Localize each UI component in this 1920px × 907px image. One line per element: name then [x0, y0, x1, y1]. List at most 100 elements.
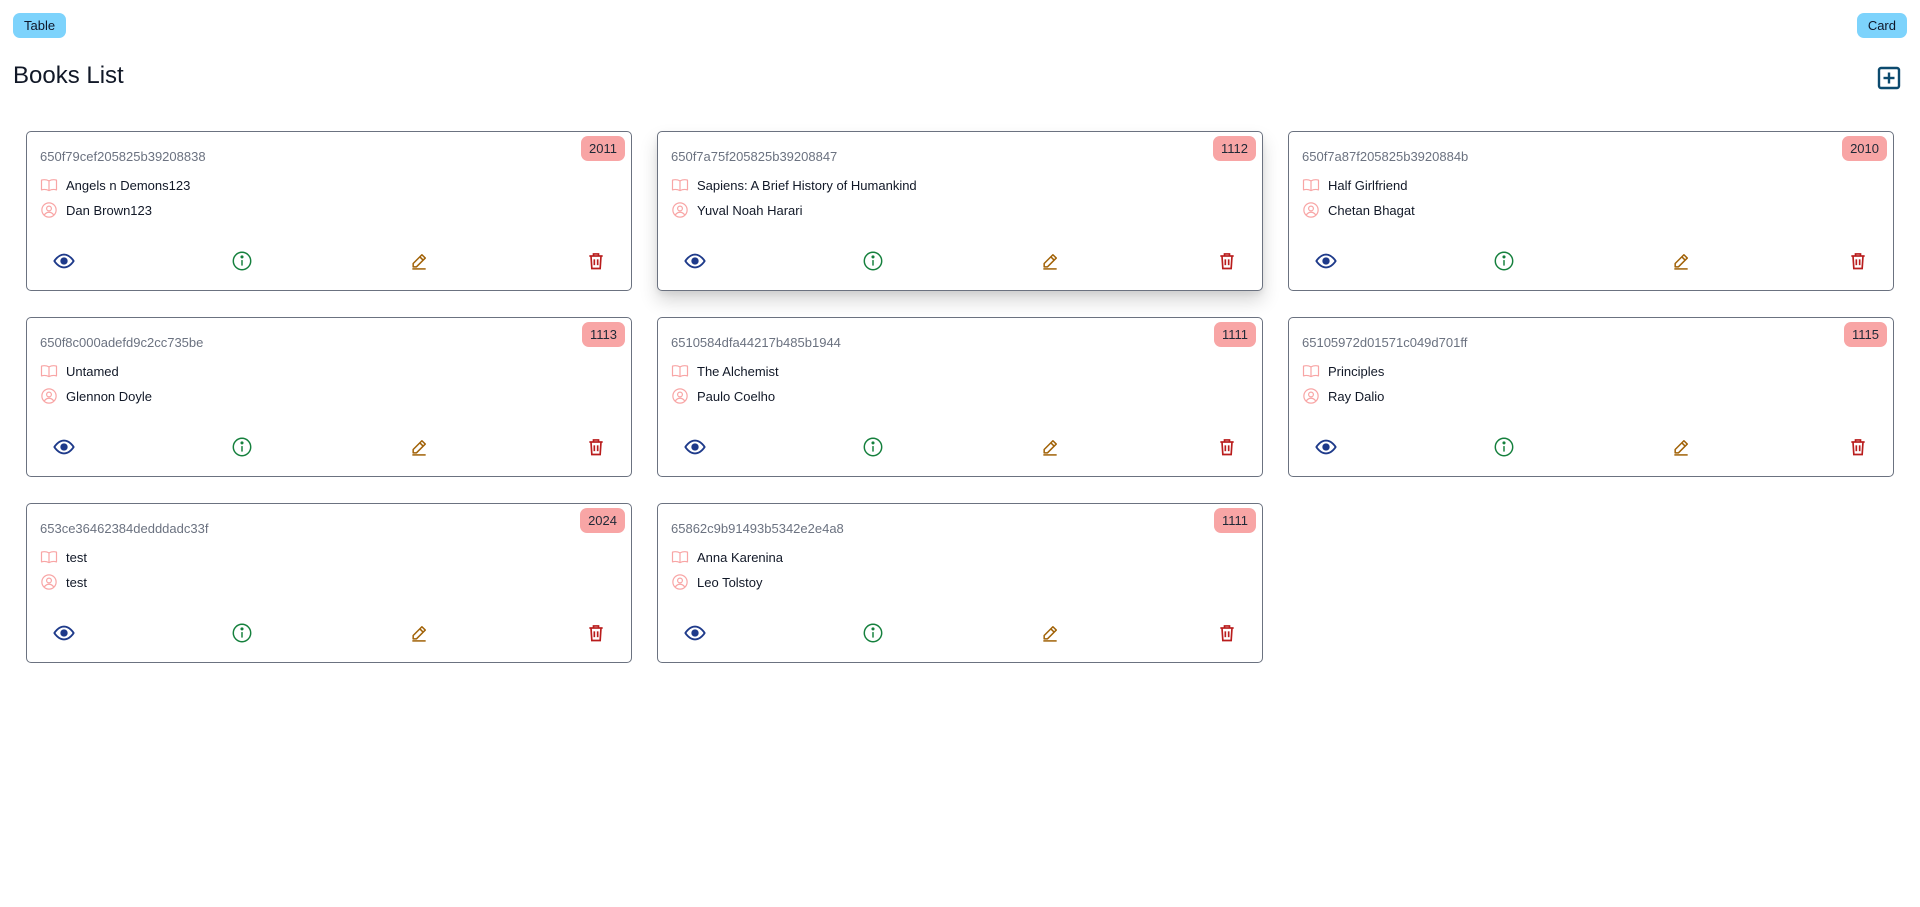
pencil-icon — [1040, 623, 1060, 646]
view-book-button[interactable] — [683, 436, 707, 460]
plus-square-icon — [1877, 66, 1901, 93]
book-card: 1113 650f8c000adefd9c2cc735be Untamed Gl… — [26, 317, 632, 477]
card-actions — [658, 622, 1262, 646]
card-actions — [1289, 436, 1893, 460]
book-open-icon — [671, 176, 689, 194]
year-badge: 1115 — [1844, 322, 1887, 347]
book-card: 1115 65105972d01571c049d701ff Principles… — [1288, 317, 1894, 477]
book-title: test — [66, 549, 87, 565]
book-info-button[interactable] — [230, 436, 254, 460]
pencil-icon — [1040, 437, 1060, 460]
edit-book-button[interactable] — [407, 250, 431, 274]
book-author: Paulo Coelho — [697, 388, 776, 404]
edit-book-button[interactable] — [1669, 250, 1693, 274]
delete-book-button[interactable] — [584, 622, 608, 646]
book-author-row: Glennon Doyle — [40, 387, 152, 405]
delete-book-button[interactable] — [1215, 250, 1239, 274]
book-id: 650f79cef205825b39208838 — [40, 149, 206, 164]
book-author-row: Dan Brown123 — [40, 201, 152, 219]
view-book-button[interactable] — [52, 436, 76, 460]
book-card: 2011 650f79cef205825b39208838 Angels n D… — [26, 131, 632, 291]
book-id: 653ce36462384dedddadc33f — [40, 521, 209, 536]
trash-icon — [586, 251, 606, 274]
book-title: Anna Karenina — [697, 549, 784, 565]
pencil-icon — [1671, 437, 1691, 460]
pencil-icon — [409, 437, 429, 460]
user-circle-icon — [40, 573, 58, 591]
book-info-button[interactable] — [861, 622, 885, 646]
book-author: Dan Brown123 — [66, 202, 152, 218]
book-author: test — [66, 574, 87, 590]
card-actions — [658, 436, 1262, 460]
pencil-icon — [1671, 251, 1691, 274]
year-badge: 1111 — [1213, 508, 1256, 533]
book-info-button[interactable] — [1492, 436, 1516, 460]
user-circle-icon — [40, 201, 58, 219]
book-info-button[interactable] — [1492, 250, 1516, 274]
user-circle-icon — [671, 387, 689, 405]
eye-icon — [1315, 436, 1337, 461]
delete-book-button[interactable] — [1215, 622, 1239, 646]
book-title: Untamed — [66, 363, 119, 379]
view-book-button[interactable] — [683, 250, 707, 274]
book-author: Chetan Bhagat — [1328, 202, 1415, 218]
book-title-row: Half Girlfriend — [1302, 176, 1407, 194]
book-author: Yuval Noah Harari — [697, 202, 803, 218]
view-book-button[interactable] — [1314, 250, 1338, 274]
info-circle-icon — [1493, 436, 1515, 461]
book-author-row: test — [40, 573, 87, 591]
book-title: Angels n Demons123 — [66, 177, 191, 193]
book-info-button[interactable] — [230, 622, 254, 646]
card-view-button[interactable]: Card — [1856, 13, 1907, 38]
book-author-row: Yuval Noah Harari — [671, 201, 803, 219]
eye-icon — [53, 622, 75, 647]
book-info-button[interactable] — [230, 250, 254, 274]
user-circle-icon — [671, 573, 689, 591]
edit-book-button[interactable] — [1038, 622, 1062, 646]
table-view-button[interactable]: Table — [13, 13, 67, 38]
add-book-button[interactable] — [1877, 66, 1901, 90]
card-actions — [27, 622, 631, 646]
book-title: Sapiens: A Brief History of Humankind — [697, 177, 917, 193]
eye-icon — [684, 622, 706, 647]
trash-icon — [1848, 437, 1868, 460]
book-title: Half Girlfriend — [1328, 177, 1408, 193]
eye-icon — [684, 250, 706, 275]
book-info-button[interactable] — [861, 436, 885, 460]
book-card: 1111 6510584dfa44217b485b1944 The Alchem… — [657, 317, 1263, 477]
view-book-button[interactable] — [52, 250, 76, 274]
pencil-icon — [409, 251, 429, 274]
year-badge: 2011 — [581, 136, 625, 161]
view-book-button[interactable] — [52, 622, 76, 646]
delete-book-button[interactable] — [1846, 436, 1870, 460]
trash-icon — [1217, 623, 1237, 646]
book-author-row: Chetan Bhagat — [1302, 201, 1415, 219]
book-open-icon — [1302, 362, 1320, 380]
delete-book-button[interactable] — [1215, 436, 1239, 460]
edit-book-button[interactable] — [1038, 250, 1062, 274]
book-author: Ray Dalio — [1328, 388, 1385, 404]
delete-book-button[interactable] — [1846, 250, 1870, 274]
edit-book-button[interactable] — [1038, 436, 1062, 460]
book-title-row: Sapiens: A Brief History of Humankind — [671, 176, 917, 194]
year-badge: 1111 — [1213, 322, 1256, 347]
edit-book-button[interactable] — [407, 436, 431, 460]
edit-book-button[interactable] — [1669, 436, 1693, 460]
user-circle-icon — [1302, 201, 1320, 219]
card-actions — [658, 250, 1262, 274]
book-id: 650f8c000adefd9c2cc735be — [40, 335, 204, 350]
user-circle-icon — [40, 387, 58, 405]
user-circle-icon — [1302, 387, 1320, 405]
trash-icon — [1217, 437, 1237, 460]
book-info-button[interactable] — [861, 250, 885, 274]
view-book-button[interactable] — [1314, 436, 1338, 460]
delete-book-button[interactable] — [584, 250, 608, 274]
book-title: The Alchemist — [697, 363, 779, 379]
edit-book-button[interactable] — [407, 622, 431, 646]
delete-book-button[interactable] — [584, 436, 608, 460]
year-badge: 1112 — [1213, 136, 1256, 161]
view-book-button[interactable] — [683, 622, 707, 646]
book-card: 2010 650f7a87f205825b3920884b Half Girlf… — [1288, 131, 1894, 291]
book-open-icon — [671, 548, 689, 566]
pencil-icon — [1040, 251, 1060, 274]
